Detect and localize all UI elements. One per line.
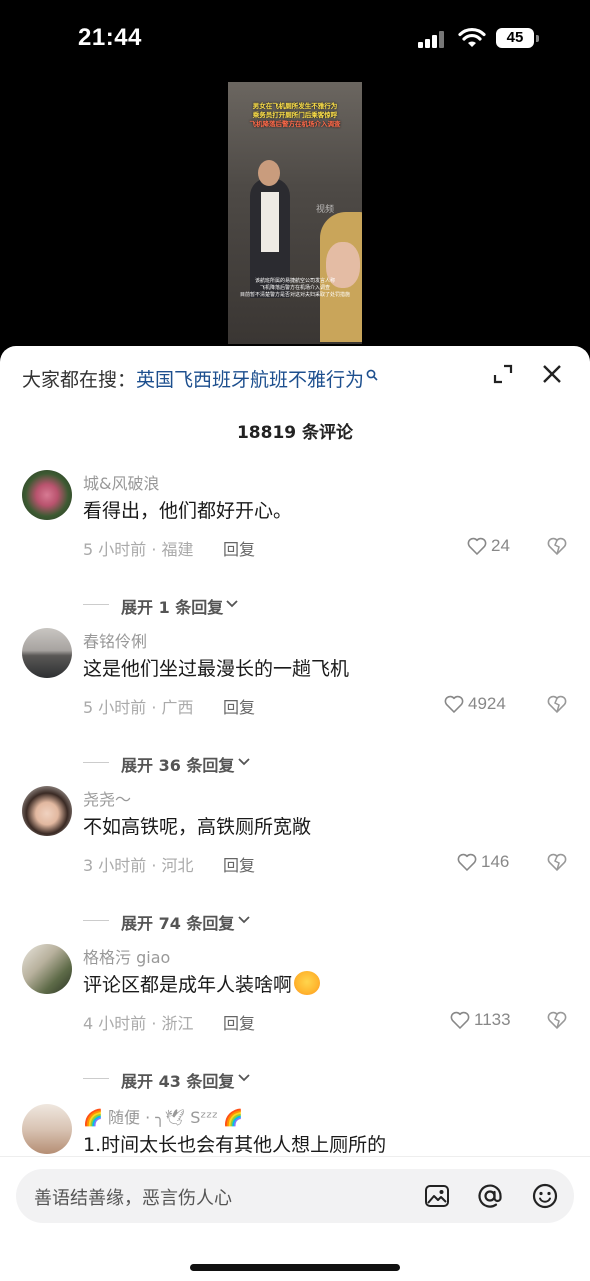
expand-replies-label: 展开 74 条回复 (121, 914, 235, 933)
comment-input[interactable]: 善语结善缘，恶言伤人心 (16, 1169, 574, 1223)
heart-icon (444, 695, 464, 713)
status-time: 21:44 (78, 24, 142, 51)
comment-meta: 4 小时前 · 浙江 (83, 1014, 194, 1033)
comment-text: 评论区都是成年人装啥啊 (83, 970, 321, 997)
comment-author[interactable]: 尧尧～ (83, 786, 131, 810)
heart-icon (457, 853, 477, 871)
video-thumbnail[interactable]: 男女在飞机厕所发生不雅行为 乘务员打开厕所门后乘客惊呼 飞机降落后警方在机场介入… (228, 82, 362, 344)
divider (83, 762, 109, 763)
like-count: 4924 (468, 694, 506, 713)
divider (83, 920, 109, 921)
at-icon[interactable] (477, 1183, 503, 1209)
expand-replies-label: 展开 43 条回复 (121, 1072, 235, 1091)
video-caption-2: 乘务员打开厕所门后乘客惊呼 (252, 111, 338, 119)
emoji-icon (294, 971, 321, 995)
comment-author[interactable]: 格格污 giao (83, 944, 170, 968)
comment-input-placeholder: 善语结善缘，恶言伤人心 (34, 1188, 232, 1209)
signal-icon (418, 31, 444, 48)
avatar[interactable] (22, 786, 72, 836)
comment-meta: 5 小时前 · 福建 (83, 540, 194, 559)
reply-button[interactable]: 回复 (223, 852, 255, 876)
comment-author[interactable]: 城&风破浪 (83, 470, 159, 494)
video-caption-3: 飞机降落后警方在机场介入调查 (249, 120, 341, 128)
comment-sheet: 大家都在搜：英国飞西班牙航班不雅行为 18819 条评论 城&风破浪 看得出，他… (0, 346, 590, 1280)
expand-icon[interactable] (493, 364, 513, 384)
video-subtitle-3: 目前暂不清楚警方是否对这对夫妇采取了处罚措施 (239, 292, 350, 298)
reply-button[interactable]: 回复 (223, 694, 255, 718)
expand-replies-label: 展开 1 条回复 (121, 598, 224, 617)
comment-text: 看得出，他们都好开心。 (83, 500, 293, 522)
dislike-icon[interactable] (547, 1010, 567, 1030)
comment-item: 城&风破浪 看得出，他们都好开心。 5 小时前 · 福建 回复 24 展开 1 … (0, 470, 590, 620)
comment-author[interactable]: 春铭伶俐 (83, 628, 147, 652)
dislike-icon[interactable] (547, 694, 567, 714)
home-indicator[interactable] (190, 1264, 400, 1271)
reply-button[interactable]: 回复 (223, 1010, 255, 1034)
comment-text: 1.时间太长也会有其他人想上厕所的 (83, 1134, 387, 1156)
avatar[interactable] (22, 944, 72, 994)
search-suggestion-link[interactable]: 英国飞西班牙航班不雅行为 (136, 369, 364, 391)
video-subtitle-1: 该航班所属的易捷航空公司发言人称 (254, 278, 335, 284)
comment-count: 18819 条评论 (236, 423, 354, 443)
dislike-icon[interactable] (547, 536, 567, 556)
battery-icon: 45 (496, 28, 542, 50)
search-suggestion[interactable]: 大家都在搜：英国飞西班牙航班不雅行为 (22, 366, 378, 394)
chevron-down-icon (238, 1074, 250, 1082)
avatar[interactable] (22, 1104, 72, 1154)
emoji-icon[interactable] (532, 1183, 558, 1209)
comment-text: 这是他们坐过最漫长的一趟飞机 (83, 658, 350, 680)
dislike-icon[interactable] (547, 852, 567, 872)
status-bar: 21:44 45 (0, 0, 590, 80)
avatar[interactable] (22, 470, 72, 520)
image-icon[interactable] (424, 1183, 450, 1209)
comment-item: 格格污 giao 评论区都是成年人装啥啊 4 小时前 · 浙江 回复 1133 … (0, 944, 590, 1094)
wifi-icon (458, 27, 486, 47)
video-caption-1: 男女在飞机厕所发生不雅行为 (252, 102, 338, 110)
heart-icon (467, 537, 487, 555)
battery-level: 45 (506, 29, 524, 46)
close-icon[interactable] (542, 364, 562, 384)
heart-icon (450, 1011, 470, 1029)
expand-replies-label: 展开 36 条回复 (121, 756, 235, 775)
search-suggestion-prefix: 大家都在搜： (22, 369, 137, 391)
comment-author[interactable]: 🌈 随便 · ╮🕊 Sᶻᶻᶻ 🌈 (83, 1104, 243, 1128)
comment-item: 尧尧～ 不如高铁呢，高铁厕所宽敞 3 小时前 · 河北 回复 146 展开 74… (0, 786, 590, 936)
comment-meta: 3 小时前 · 河北 (83, 856, 194, 875)
chevron-down-icon (238, 916, 250, 924)
comment-text: 不如高铁呢，高铁厕所宽敞 (83, 816, 312, 838)
avatar[interactable] (22, 628, 72, 678)
like-count: 24 (491, 536, 510, 555)
reply-button[interactable]: 回复 (223, 536, 255, 560)
divider (83, 1078, 109, 1079)
video-subtitle-2: 飞机降落后警方在机场介入调查 (259, 285, 330, 291)
comment-input-bar: 善语结善缘，恶言伤人心 (0, 1156, 590, 1281)
search-icon (366, 369, 378, 381)
divider (83, 604, 109, 605)
chevron-down-icon (226, 600, 238, 608)
comment-item: 春铭伶俐 这是他们坐过最漫长的一趟飞机 5 小时前 · 广西 回复 4924 展… (0, 628, 590, 778)
like-count: 1133 (474, 1010, 511, 1029)
like-count: 146 (481, 852, 510, 871)
chevron-down-icon (238, 758, 250, 766)
comment-meta: 5 小时前 · 广西 (83, 698, 194, 717)
video-watermark: 视频 (316, 205, 335, 215)
comment-item: 🌈 随便 · ╮🕊 Sᶻᶻᶻ 🌈 1.时间太长也会有其他人想上厕所的 (0, 1104, 590, 1156)
